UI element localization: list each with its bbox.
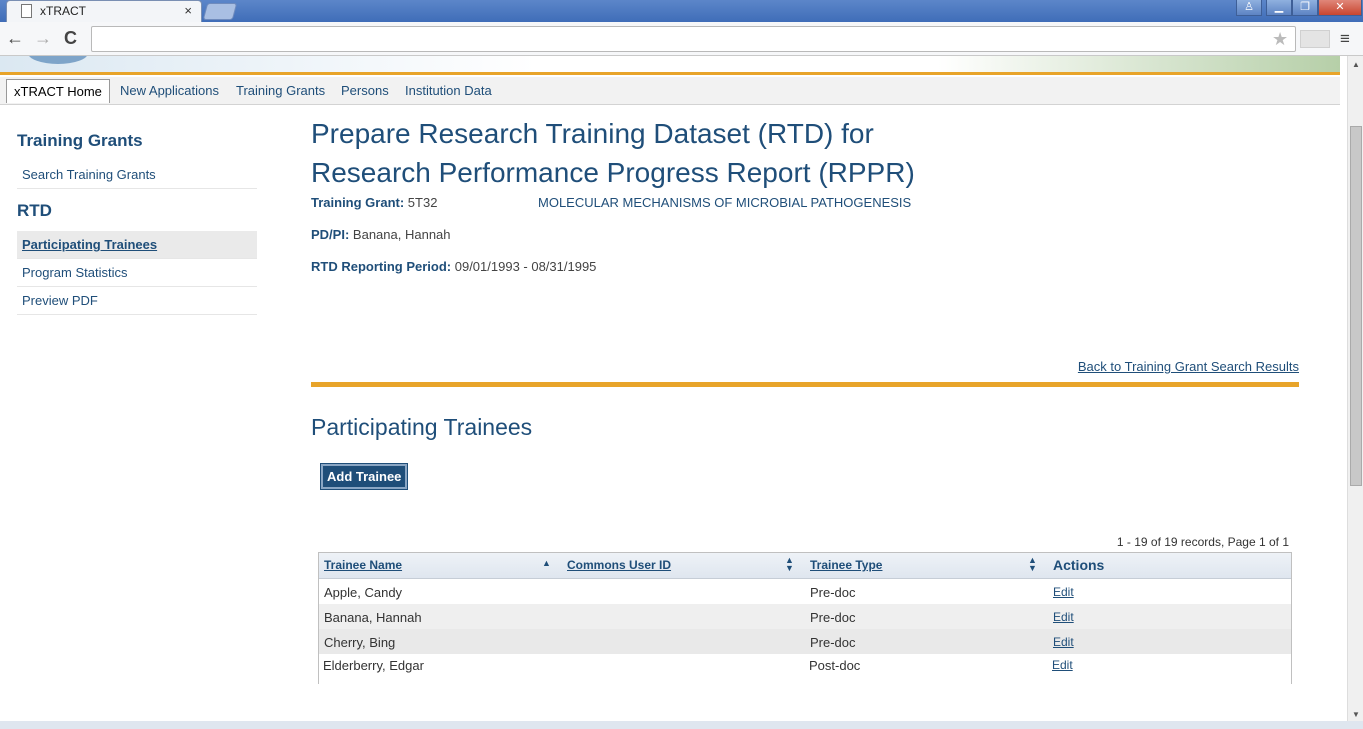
- menu-icon[interactable]: ≡: [1340, 29, 1350, 49]
- add-trainee-button[interactable]: Add Trainee: [319, 463, 409, 490]
- scroll-down-icon[interactable]: ▼: [1352, 710, 1360, 719]
- trainees-table: Trainee Name ▲ Commons User ID ▲ ▼ Traine…: [318, 552, 1292, 684]
- bookmark-star-icon[interactable]: ★: [1272, 29, 1288, 50]
- page-title-line1: Prepare Research Training Dataset (RTD) …: [311, 118, 874, 149]
- site-logo: [28, 56, 88, 64]
- training-grant-value: 5T32: [407, 195, 438, 210]
- browser-titlebar: xTRACT × ♙ ▁ ❐ ✕: [0, 0, 1363, 22]
- forward-icon[interactable]: →: [34, 28, 52, 48]
- header-actions: Actions: [1053, 557, 1105, 573]
- table-header: Trainee Name ▲ Commons User ID ▲ ▼ Traine…: [319, 553, 1291, 579]
- back-to-search-results-link[interactable]: Back to Training Grant Search Results: [1078, 359, 1299, 374]
- nav-persons[interactable]: Persons: [341, 83, 389, 98]
- scroll-thumb[interactable]: [1350, 126, 1362, 486]
- browser-tab[interactable]: xTRACT ×: [6, 0, 202, 22]
- grant-title: MOLECULAR MECHANISMS OF MICROBIAL PATHOG…: [538, 195, 912, 210]
- close-window-button[interactable]: ✕: [1318, 0, 1362, 16]
- trainee-type: Pre-doc: [810, 635, 856, 650]
- edit-link[interactable]: Edit: [1053, 635, 1074, 649]
- edit-link[interactable]: Edit: [1052, 658, 1073, 672]
- tab-title: xTRACT: [40, 4, 86, 18]
- tab-close-icon[interactable]: ×: [184, 3, 192, 18]
- sidebar: Training Grants Search Training Grants R…: [17, 129, 257, 315]
- extension-button[interactable]: [1300, 30, 1330, 48]
- table-row: Elderberry, Edgar Post-doc Edit: [319, 654, 1291, 679]
- sidebar-heading-rtd: RTD: [17, 201, 52, 220]
- user-icon[interactable]: ♙: [1236, 0, 1262, 16]
- browser-toolbar: ← → C ★ ≡: [0, 22, 1363, 56]
- section-divider: [311, 382, 1299, 387]
- nav-training-grants[interactable]: Training Grants: [236, 83, 325, 98]
- sidebar-item-preview-pdf[interactable]: Preview PDF: [17, 287, 257, 315]
- trainee-type: Pre-doc: [810, 610, 856, 625]
- table-row: Apple, Candy Pre-doc Edit: [319, 579, 1291, 604]
- sort-both-icon[interactable]: ▲ ▼: [1028, 556, 1037, 573]
- restore-button[interactable]: ❐: [1292, 0, 1318, 16]
- header-trainee-type[interactable]: Trainee Type: [810, 558, 882, 572]
- nav-new-applications[interactable]: New Applications: [120, 83, 219, 98]
- back-icon[interactable]: ←: [6, 28, 24, 48]
- trainee-name: Apple, Candy: [324, 585, 403, 600]
- reporting-period-value: 09/01/1993 - 08/31/1995: [454, 259, 597, 274]
- site-banner: [0, 56, 1340, 75]
- table-row: Banana, Hannah Pre-doc Edit: [319, 604, 1291, 629]
- edit-link[interactable]: Edit: [1053, 610, 1074, 624]
- main-content: Prepare Research Training Dataset (RTD) …: [311, 114, 1301, 684]
- trainee-name: Banana, Hannah: [324, 610, 422, 625]
- table-row: Cherry, Bing Pre-doc Edit: [319, 629, 1291, 654]
- scroll-up-icon[interactable]: ▲: [1352, 60, 1360, 69]
- section-title: Participating Trainees: [311, 414, 533, 440]
- training-grant-info: Training Grant: 5T32: [311, 195, 437, 210]
- trainee-name: Elderberry, Edgar: [323, 658, 424, 673]
- sort-both-icon[interactable]: ▲ ▼: [785, 556, 794, 573]
- page-scrollbar[interactable]: ▲ ▼: [1347, 56, 1363, 721]
- taskbar-strip: [0, 721, 1363, 729]
- pdpi-label: PD/PI:: [311, 227, 350, 242]
- address-bar[interactable]: [91, 26, 1296, 52]
- nav-xtract-home[interactable]: xTRACT Home: [6, 79, 110, 103]
- pdpi-value: Banana, Hannah: [352, 227, 451, 242]
- header-commons-user-id[interactable]: Commons User ID: [567, 558, 671, 572]
- sort-asc-icon[interactable]: ▲: [542, 559, 551, 568]
- page-content: xTRACT Home New Applications Training Gr…: [0, 56, 1347, 721]
- edit-link[interactable]: Edit: [1053, 585, 1074, 599]
- nav-institution-data[interactable]: Institution Data: [405, 83, 492, 98]
- reload-icon[interactable]: C: [64, 28, 77, 48]
- sidebar-item-program-statistics[interactable]: Program Statistics: [17, 259, 257, 287]
- header-trainee-name[interactable]: Trainee Name: [324, 558, 402, 572]
- sidebar-heading-training-grants: Training Grants: [17, 131, 143, 150]
- minimize-button[interactable]: ▁: [1266, 0, 1292, 16]
- reporting-period-label: RTD Reporting Period:: [311, 259, 452, 274]
- records-count: 1 - 19 of 19 records, Page 1 of 1: [1116, 535, 1289, 549]
- main-nav: xTRACT Home New Applications Training Gr…: [0, 77, 1340, 105]
- trainee-name: Cherry, Bing: [324, 635, 396, 650]
- sidebar-item-search-training-grants[interactable]: Search Training Grants: [17, 161, 257, 189]
- document-icon: [21, 4, 32, 18]
- trainee-type: Post-doc: [809, 658, 861, 673]
- pdpi-info: PD/PI: Banana, Hannah: [311, 227, 451, 242]
- sidebar-item-participating-trainees[interactable]: Participating Trainees: [17, 231, 257, 259]
- trainee-type: Pre-doc: [810, 585, 856, 600]
- training-grant-label: Training Grant:: [311, 195, 405, 210]
- page-title-line2: Research Performance Progress Report (RP…: [311, 157, 915, 188]
- new-tab-button[interactable]: [202, 3, 238, 20]
- reporting-period-info: RTD Reporting Period: 09/01/1993 - 08/31…: [311, 259, 596, 274]
